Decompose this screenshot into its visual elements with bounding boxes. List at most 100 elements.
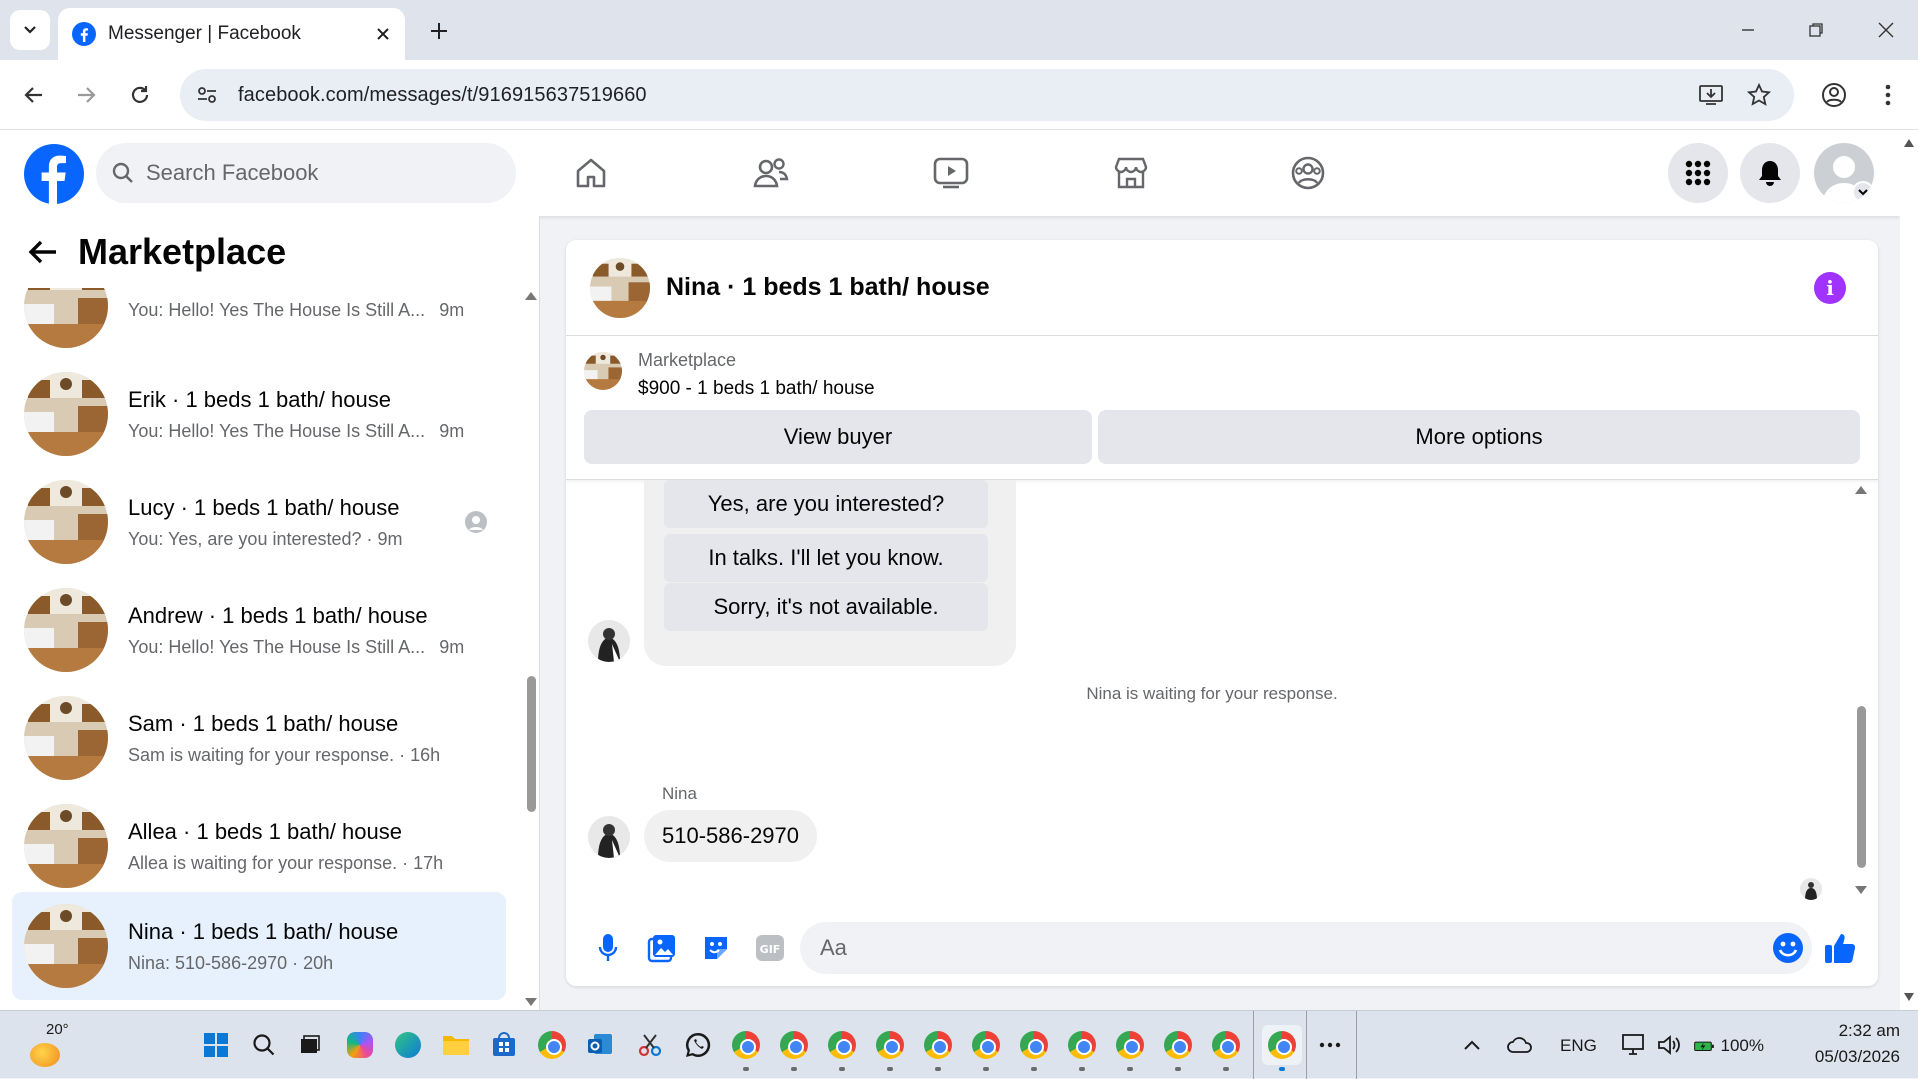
chrome-window-active[interactable] — [1262, 1025, 1302, 1071]
quick-reply-button[interactable]: Sorry, it's not available. — [664, 583, 988, 631]
chat-scrollbar[interactable] — [1850, 484, 1874, 904]
chrome-window[interactable] — [918, 1025, 958, 1071]
restore-button[interactable] — [1794, 10, 1838, 50]
copilot-app[interactable] — [340, 1025, 380, 1065]
chat-title[interactable]: Nina · 1 beds 1 bath/ house — [666, 273, 990, 302]
nav-home[interactable] — [551, 148, 631, 198]
taskbar-search[interactable] — [244, 1025, 284, 1065]
close-tab-icon[interactable] — [375, 26, 391, 42]
install-app-icon[interactable] — [1698, 83, 1724, 107]
chrome-window[interactable] — [822, 1025, 862, 1071]
network-tray[interactable] — [1614, 1025, 1654, 1065]
minimize-button[interactable] — [1726, 10, 1770, 50]
chrome-window[interactable] — [1110, 1025, 1150, 1071]
scroll-up-icon[interactable] — [1903, 138, 1915, 148]
sender-avatar[interactable] — [588, 620, 630, 662]
snipping-tool-app[interactable] — [630, 1025, 670, 1065]
conversation-panel: Marketplace You: Hello! Yes The House Is… — [0, 216, 540, 1010]
chrome-window[interactable] — [1014, 1025, 1054, 1071]
bookmark-star-icon[interactable] — [1746, 82, 1772, 108]
scroll-thumb[interactable] — [527, 676, 536, 812]
nav-watch[interactable] — [911, 148, 991, 198]
back-button[interactable] — [14, 75, 54, 115]
start-button[interactable] — [196, 1025, 236, 1065]
store-app[interactable] — [484, 1025, 524, 1065]
new-tab-button[interactable] — [422, 14, 456, 48]
chrome-window[interactable] — [1158, 1025, 1198, 1071]
sender-avatar[interactable] — [588, 816, 630, 858]
info-button[interactable]: i — [1814, 272, 1846, 304]
voice-clip-button[interactable] — [586, 926, 630, 970]
chrome-window[interactable] — [966, 1025, 1006, 1071]
outlook-app[interactable] — [580, 1025, 620, 1065]
scroll-up-icon[interactable] — [1854, 484, 1868, 496]
listing-title[interactable]: $900 - 1 beds 1 bath/ house — [638, 378, 875, 400]
profile-button[interactable] — [1814, 75, 1854, 115]
site-info-icon[interactable] — [196, 84, 218, 106]
scroll-down-icon[interactable] — [1903, 992, 1915, 1002]
browser-menu-button[interactable] — [1868, 75, 1908, 115]
chrome-window[interactable] — [1062, 1025, 1102, 1071]
quick-reply-button[interactable]: In talks. I'll let you know. — [664, 534, 988, 582]
facebook-search[interactable]: Search Facebook — [96, 143, 516, 203]
emoji-icon[interactable] — [1772, 932, 1804, 964]
conversation-item[interactable]: Lucy · 1 beds 1 bath/ house You: Yes, ar… — [12, 468, 506, 576]
forward-button[interactable] — [66, 75, 106, 115]
sticker-button[interactable] — [694, 926, 738, 970]
close-window-button[interactable] — [1864, 10, 1908, 50]
notifications-button[interactable] — [1740, 143, 1800, 203]
conversation-item-selected[interactable]: Nina · 1 beds 1 bath/ house Nina: 510-58… — [12, 892, 506, 1000]
facebook-logo[interactable] — [24, 144, 84, 204]
clock[interactable]: 2:32 am 05/03/2026 — [1790, 1021, 1900, 1067]
more-options-button[interactable]: More options — [1098, 410, 1860, 464]
task-view-button[interactable] — [290, 1025, 330, 1065]
quick-reply-button[interactable]: Yes, are you interested? — [664, 480, 988, 528]
reload-button[interactable] — [120, 75, 160, 115]
battery-tray[interactable]: 100% — [1694, 1036, 1764, 1056]
listing-thumbnail — [24, 588, 108, 672]
message-input[interactable]: Aa — [800, 922, 1812, 974]
input-language[interactable]: ENG — [1560, 1036, 1597, 1056]
scroll-down-icon[interactable] — [1854, 884, 1868, 896]
weather-widget[interactable]: 20° — [28, 1021, 69, 1069]
chrome-window[interactable] — [1206, 1025, 1246, 1071]
address-bar[interactable]: facebook.com/messages/t/916915637519660 — [180, 69, 1794, 121]
nav-marketplace[interactable] — [1091, 148, 1171, 198]
conversation-item[interactable]: Erik · 1 beds 1 bath/ house You: Hello! … — [12, 360, 506, 468]
attach-photo-button[interactable] — [640, 926, 684, 970]
view-buyer-button[interactable]: View buyer — [584, 410, 1092, 464]
chrome-window[interactable] — [726, 1025, 766, 1071]
account-avatar-button[interactable] — [1814, 143, 1874, 203]
scroll-down-icon[interactable] — [524, 996, 538, 1008]
url-text[interactable]: facebook.com/messages/t/916915637519660 — [238, 84, 647, 107]
conversation-item[interactable]: Andrew · 1 beds 1 bath/ house You: Hello… — [12, 576, 506, 684]
conversation-scrollbar[interactable] — [524, 288, 538, 1010]
show-hidden-icons-button[interactable] — [1452, 1025, 1492, 1065]
chrome-app[interactable] — [532, 1025, 572, 1065]
gif-button[interactable]: GIF — [748, 926, 792, 970]
whatsapp-app[interactable] — [678, 1025, 718, 1065]
nav-friends[interactable] — [731, 148, 811, 198]
onedrive-tray[interactable] — [1500, 1025, 1540, 1065]
file-explorer-app[interactable] — [436, 1025, 476, 1065]
menu-grid-button[interactable] — [1668, 143, 1728, 203]
nav-groups[interactable] — [1268, 148, 1348, 198]
message-bubble[interactable]: 510-586-2970 — [644, 810, 818, 862]
chrome-window[interactable] — [870, 1025, 910, 1071]
browser-tab[interactable]: Messenger | Facebook — [58, 8, 405, 60]
edge-app[interactable] — [388, 1025, 428, 1065]
like-button[interactable] — [1818, 926, 1862, 970]
conversation-item[interactable]: Allea · 1 beds 1 bath/ house Allea is wa… — [12, 792, 506, 900]
page-scrollbar[interactable] — [1900, 130, 1918, 1010]
chrome-window[interactable] — [774, 1025, 814, 1071]
scroll-up-icon[interactable] — [524, 290, 538, 302]
volume-tray[interactable] — [1650, 1025, 1690, 1065]
conversation-preview: Nina: 510-586-2970 · 20h — [128, 952, 334, 973]
arrow-left-icon[interactable] — [28, 239, 58, 265]
conversation-item[interactable]: Sam · 1 beds 1 bath/ house Sam is waitin… — [12, 684, 506, 792]
tab-list-button[interactable] — [10, 10, 50, 50]
listing-thumbnail[interactable] — [590, 257, 650, 318]
taskbar-overflow-button[interactable] — [1310, 1025, 1350, 1065]
account-dropdown-badge[interactable] — [1852, 181, 1874, 203]
scroll-thumb[interactable] — [1857, 706, 1866, 868]
